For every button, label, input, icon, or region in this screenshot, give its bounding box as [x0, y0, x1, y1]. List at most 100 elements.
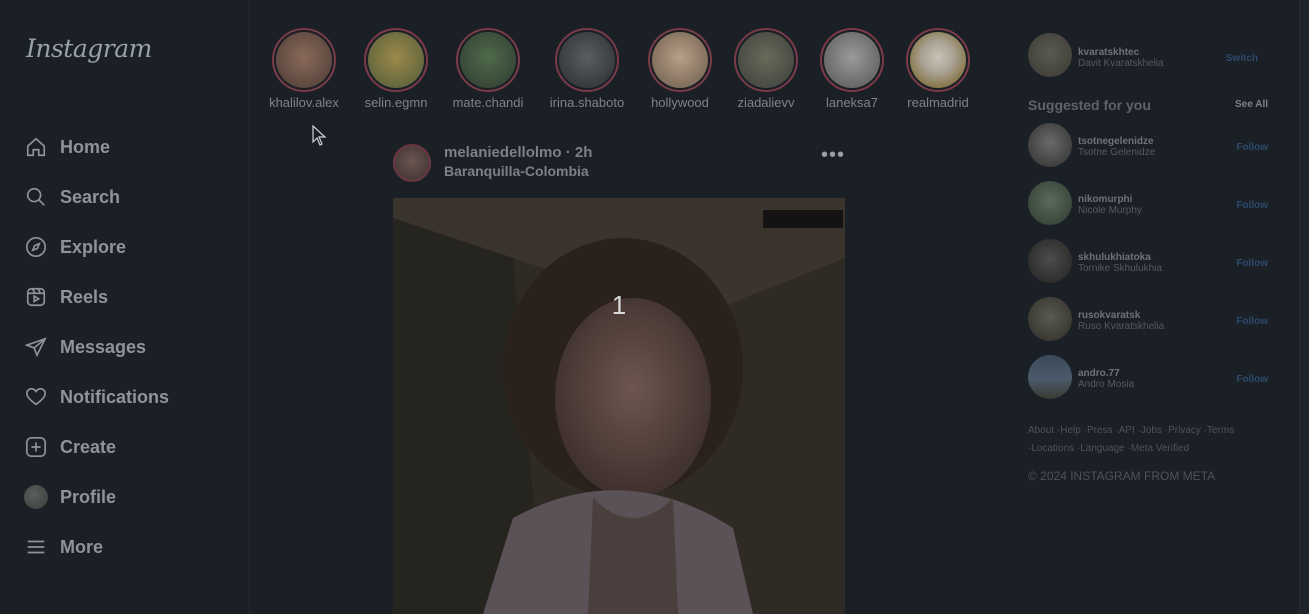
suggestion-row: skhulukhiatoka Tornike Skhulukhia Follow — [1028, 239, 1268, 285]
story-item[interactable]: khalilov.alex — [262, 28, 346, 110]
avatar[interactable] — [1028, 355, 1072, 399]
sidebar-item-label: Messages — [60, 336, 147, 357]
menu-icon — [24, 535, 48, 559]
more-options-icon[interactable]: ••• — [821, 144, 845, 167]
sidebar-item-create[interactable]: Create — [24, 432, 234, 462]
heart-icon — [24, 385, 48, 409]
compass-icon — [24, 235, 48, 259]
suggested-title: Suggested for you — [1028, 97, 1151, 113]
sidebar-item-label: Search — [60, 186, 121, 207]
sidebar-item-reels[interactable]: Reels — [24, 282, 234, 312]
story-ring — [734, 28, 798, 92]
current-fullname: Davit Kvaratskhelia — [1078, 58, 1164, 69]
story-item[interactable]: laneksa7 — [810, 28, 894, 110]
mouse-cursor-icon — [312, 125, 327, 146]
suggestion-fullname: Nicole Murphy — [1078, 205, 1142, 216]
story-item[interactable]: ziadalievv — [724, 28, 808, 110]
sidebar-item-explore[interactable]: Explore — [24, 232, 234, 262]
suggestion-row: andro.77 Andro Mosia Follow — [1028, 355, 1268, 401]
sidebar-item-home[interactable]: Home — [24, 132, 234, 162]
suggestion-username[interactable]: andro.77 — [1078, 368, 1120, 379]
avatar[interactable] — [1028, 297, 1072, 341]
switch-account-button[interactable]: Switch — [1226, 53, 1258, 64]
footer-link-press[interactable]: ·Press — [1084, 425, 1113, 436]
footer-line: ·Locations ·Language ·Meta Verified — [1028, 440, 1268, 458]
story-avatar — [652, 32, 708, 88]
avatar — [24, 485, 48, 509]
footer-link-language[interactable]: ·Language — [1077, 443, 1125, 454]
follow-button[interactable]: Follow — [1236, 374, 1268, 385]
follow-button[interactable]: Follow — [1236, 200, 1268, 211]
story-avatar — [824, 32, 880, 88]
avatar[interactable] — [1028, 123, 1072, 167]
story-ring — [272, 28, 336, 92]
footer-link-about[interactable]: About — [1028, 425, 1054, 436]
story-item[interactable]: realmadrid — [896, 28, 980, 110]
story-item[interactable]: selin.egmn — [354, 28, 438, 110]
copyright: © 2024 INSTAGRAM FROM META — [1028, 469, 1216, 483]
sidebar-item-profile[interactable]: Profile — [24, 482, 234, 512]
post-location[interactable]: Baranquilla-Colombia — [444, 163, 589, 179]
follow-button[interactable]: Follow — [1236, 258, 1268, 269]
story-item[interactable]: hollywood — [638, 28, 722, 110]
story-username: khalilov.alex — [269, 95, 339, 110]
follow-button[interactable]: Follow — [1236, 142, 1268, 153]
suggestion-username[interactable]: rusokvaratsk — [1078, 310, 1140, 321]
story-avatar — [276, 32, 332, 88]
story-item[interactable]: irina.shaboto — [545, 28, 629, 110]
instagram-logo[interactable]: Instagram — [26, 34, 152, 63]
sidebar-item-more[interactable]: More — [24, 532, 234, 562]
post-image[interactable]: 1 — [393, 198, 845, 614]
post-photo-illustration — [393, 198, 845, 614]
footer-link-terms[interactable]: ·Terms — [1204, 425, 1235, 436]
post-author-username[interactable]: melaniedellolmo · 2h — [444, 144, 592, 161]
scrollbar[interactable] — [1299, 0, 1309, 614]
story-avatar — [559, 32, 615, 88]
suggestion-fullname: Ruso Kvaratskhelia — [1078, 321, 1165, 332]
suggestion-fullname: Tsotne Gelenidze — [1078, 147, 1156, 158]
story-avatar — [738, 32, 794, 88]
story-username: hollywood — [651, 95, 709, 110]
post-author-avatar[interactable] — [393, 144, 431, 182]
see-all-link[interactable]: See All — [1235, 99, 1268, 110]
footer-line: About ·Help ·Press ·API ·Jobs ·Privacy ·… — [1028, 422, 1268, 440]
footer-link-meta-verified[interactable]: ·Meta Verified — [1128, 443, 1190, 454]
sidebar-item-label: Explore — [60, 236, 127, 257]
story-username: irina.shaboto — [549, 95, 625, 110]
home-icon — [24, 135, 48, 159]
story-avatar — [368, 32, 424, 88]
suggestion-row: rusokvaratsk Ruso Kvaratskhelia Follow — [1028, 297, 1268, 343]
avatar[interactable] — [1028, 33, 1072, 77]
suggestion-username[interactable]: skhulukhiatoka — [1078, 252, 1151, 263]
sidebar-item-messages[interactable]: Messages — [24, 332, 234, 362]
footer-link-locations[interactable]: ·Locations — [1028, 443, 1074, 454]
profile-avatar-wrap — [24, 485, 48, 509]
footer-link-jobs[interactable]: ·Jobs — [1138, 425, 1162, 436]
suggestion-username[interactable]: tsotnegelenidze — [1078, 136, 1154, 147]
avatar[interactable] — [1028, 181, 1072, 225]
footer-link-api[interactable]: ·API — [1115, 425, 1134, 436]
footer-link-privacy[interactable]: ·Privacy — [1165, 425, 1201, 436]
sidebar-item-search[interactable]: Search — [24, 182, 234, 212]
story-username: ziadalievv — [737, 95, 795, 110]
sidebar-item-notifications[interactable]: Notifications — [24, 382, 234, 412]
sidebar-item-label: Reels — [60, 286, 109, 307]
follow-button[interactable]: Follow — [1236, 316, 1268, 327]
sidebar-item-label: Notifications — [60, 386, 170, 407]
plus-square-icon — [24, 435, 48, 459]
story-item[interactable]: mate.chandi — [446, 28, 530, 110]
avatar[interactable] — [1028, 239, 1072, 283]
current-account-row: kvaratskhtec Davit Kvaratskhelia Switch — [1028, 32, 1268, 78]
footer-link-help[interactable]: ·Help — [1057, 425, 1081, 436]
sidebar-item-label: More — [60, 536, 104, 557]
carousel-counter: 1 — [611, 290, 627, 320]
story-ring — [906, 28, 970, 92]
reels-icon — [24, 285, 48, 309]
search-icon — [24, 185, 48, 209]
suggestion-username[interactable]: nikomurphi — [1078, 194, 1132, 205]
suggestion-fullname: Andro Mosia — [1078, 379, 1135, 390]
story-username: laneksa7 — [825, 95, 879, 110]
sidebar-item-label: Profile — [60, 486, 117, 507]
current-username[interactable]: kvaratskhtec — [1078, 47, 1139, 58]
story-ring — [648, 28, 712, 92]
